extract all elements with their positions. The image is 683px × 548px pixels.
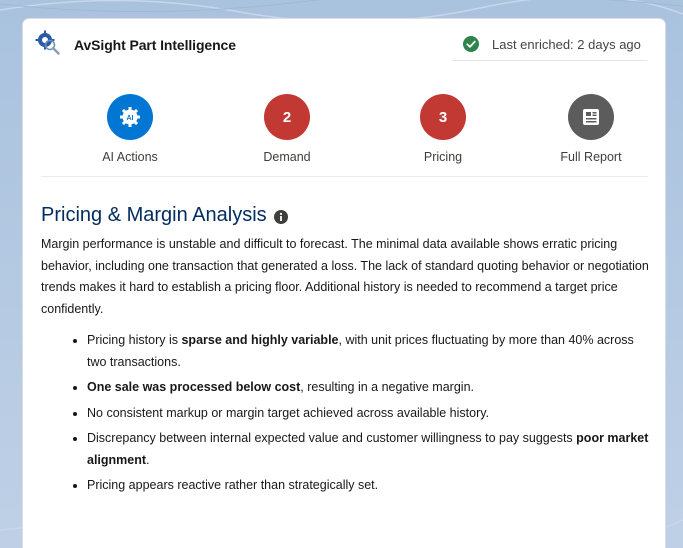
section-heading: Pricing & Margin Analysis: [41, 204, 288, 227]
section-divider: [41, 176, 648, 177]
ai-actions-label: AI Actions: [102, 150, 158, 164]
list-item: No consistent markup or margin target ac…: [87, 403, 653, 425]
app-title: AvSight Part Intelligence: [74, 37, 236, 53]
pricing-button[interactable]: 3 Pricing: [383, 94, 503, 164]
last-enriched-text: Last enriched: 2 days ago: [492, 36, 641, 52]
enrichment-status: Last enriched: 2 days ago: [452, 28, 647, 61]
full-report-button[interactable]: Full Report: [531, 94, 651, 164]
check-circle-icon: [463, 36, 479, 52]
demand-label: Demand: [263, 150, 311, 164]
full-report-label: Full Report: [560, 150, 622, 164]
part-intelligence-card: AvSight Part Intelligence Last enriched:…: [23, 19, 665, 548]
ai-gear-icon: AI: [107, 94, 153, 140]
action-bar: AI AI Actions 2 Demand 3 Pricing Full Re…: [23, 94, 665, 174]
card-header: AvSight Part Intelligence Last enriched:…: [23, 19, 665, 79]
list-item: Pricing history is sparse and highly var…: [87, 330, 653, 373]
section-intro: Margin performance is unstable and diffi…: [41, 237, 649, 316]
pricing-badge: 3: [420, 94, 466, 140]
ai-actions-button[interactable]: AI AI Actions: [70, 94, 190, 164]
list-item: Pricing appears reactive rather than str…: [87, 475, 653, 497]
svg-text:AI: AI: [127, 115, 134, 122]
demand-badge: 2: [264, 94, 310, 140]
list-item: One sale was processed below cost, resul…: [87, 377, 653, 399]
demand-button[interactable]: 2 Demand: [227, 94, 347, 164]
report-icon: [568, 94, 614, 140]
info-icon[interactable]: [273, 209, 288, 224]
section-title: Pricing & Margin Analysis: [41, 204, 267, 226]
pricing-label: Pricing: [423, 150, 463, 164]
list-item: Discrepancy between internal expected va…: [87, 428, 653, 471]
gear-search-icon: [35, 30, 60, 55]
findings-list: Pricing history is sparse and highly var…: [41, 330, 653, 501]
